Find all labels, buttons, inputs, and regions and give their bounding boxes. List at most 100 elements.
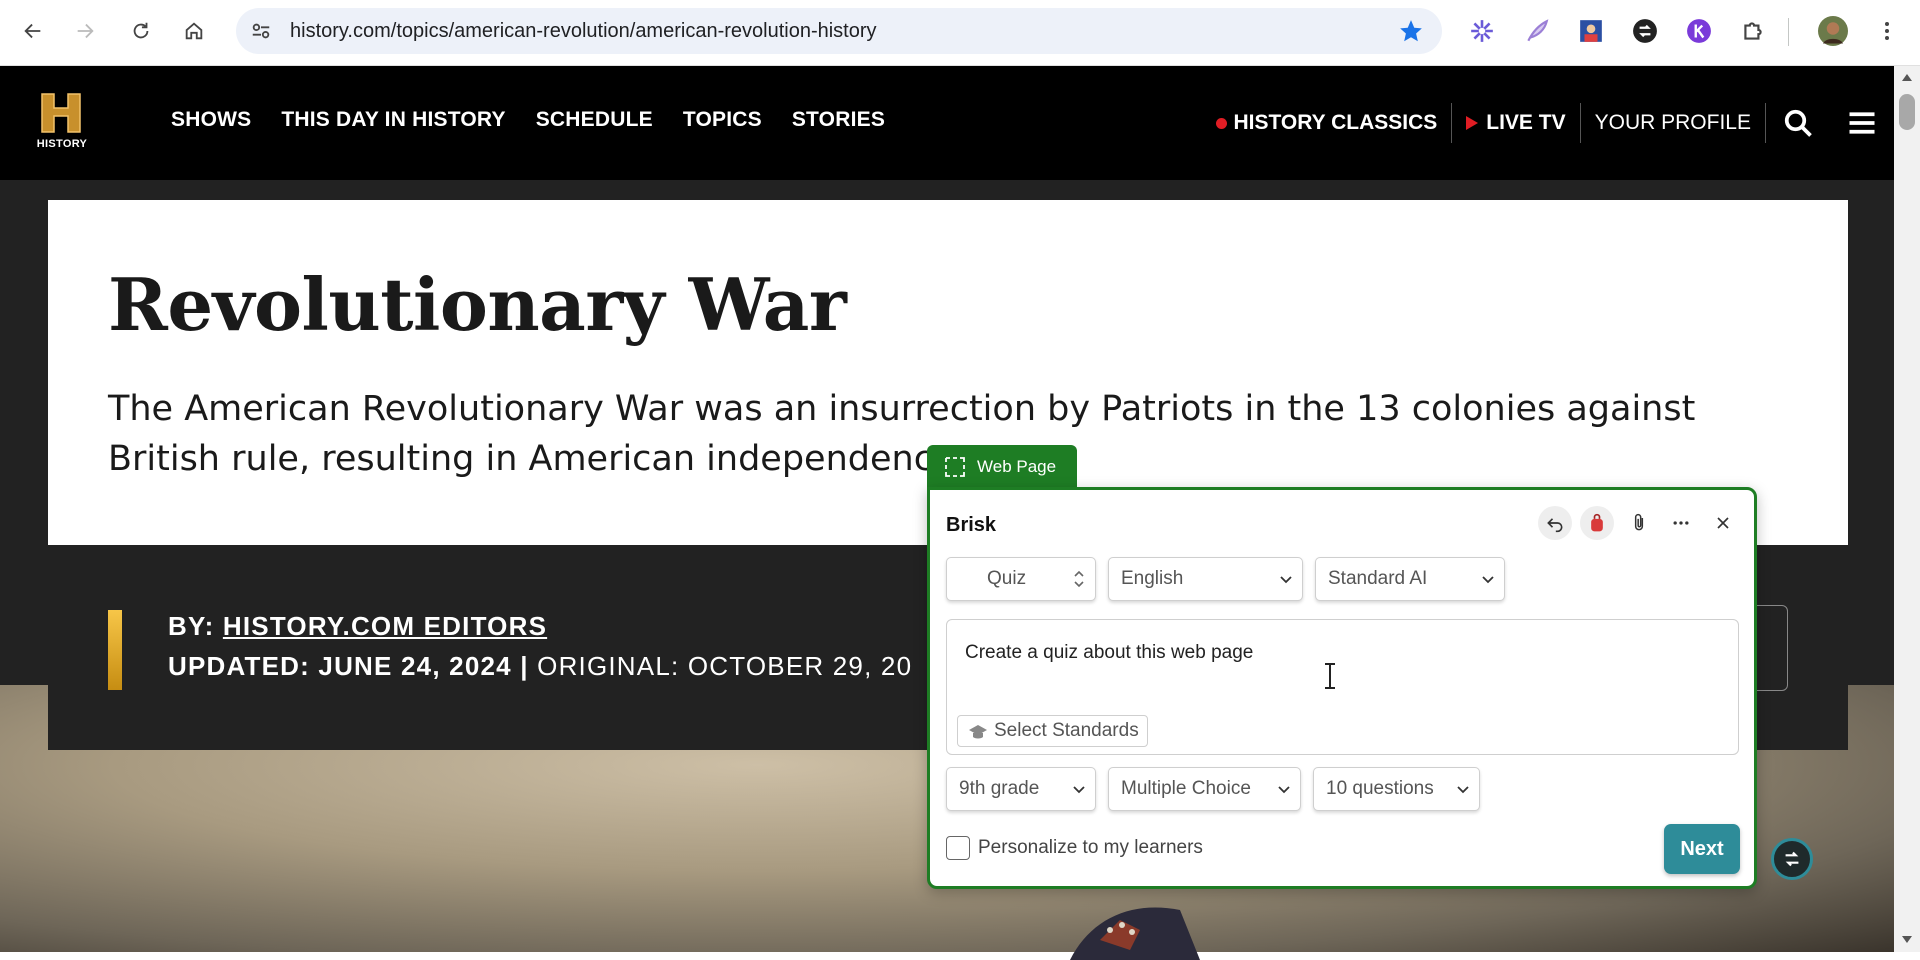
nav-topics[interactable]: TOPICS (683, 108, 762, 132)
by-label: BY: (168, 611, 223, 641)
extension-feather-icon[interactable] (1520, 14, 1554, 48)
personalize-label[interactable]: Personalize to my learners (978, 837, 1203, 859)
chevron-down-icon (1457, 786, 1469, 794)
text-cursor-icon (1325, 663, 1335, 689)
byline-author: BY: HISTORY.COM EDITORS (168, 611, 547, 642)
toolbar-divider (1788, 18, 1789, 46)
search-icon[interactable] (1776, 101, 1820, 145)
nav-this-day-in-history[interactable]: THIS DAY IN HISTORY (281, 108, 505, 132)
chevron-down-icon (1073, 786, 1085, 794)
prompt-text: Create a quiz about this web page (965, 642, 1254, 663)
paperclip-icon (1634, 513, 1644, 531)
author-link[interactable]: HISTORY.COM EDITORS (223, 611, 547, 641)
scroll-down-arrow-icon[interactable] (1902, 936, 1912, 943)
live-tv-label: LIVE TV (1486, 111, 1566, 134)
nav-divider (1765, 103, 1766, 143)
home-button[interactable] (175, 12, 213, 50)
select-standards-button[interactable]: Select Standards (957, 715, 1148, 747)
site-settings-icon[interactable] (248, 18, 274, 44)
personalize-checkbox[interactable] (946, 836, 970, 860)
language-select[interactable]: English (1108, 557, 1303, 601)
bookmark-star-icon[interactable] (1398, 18, 1424, 44)
home-icon (185, 22, 203, 40)
question-count-select[interactable]: 10 questions (1313, 767, 1480, 811)
brisk-title: Brisk (946, 514, 997, 536)
brisk-panel: Brisk Quiz English Standard AI Create a … (927, 487, 1757, 889)
close-button[interactable] (1706, 506, 1740, 540)
undo-icon (1547, 518, 1563, 533)
select-area-icon (945, 457, 965, 477)
original-date: ORIGINAL: OCTOBER 29, 20 (537, 651, 913, 681)
more-options-button[interactable] (1664, 506, 1698, 540)
backpack-button[interactable] (1580, 506, 1614, 540)
back-button[interactable] (14, 12, 52, 50)
byline-dates: UPDATED: JUNE 24, 2024 | ORIGINAL: OCTOB… (168, 651, 912, 682)
extensions-puzzle-icon[interactable] (1736, 14, 1770, 48)
history-h-logo-icon (41, 93, 81, 133)
nav-shows[interactable]: SHOWS (171, 108, 251, 132)
next-button[interactable]: Next (1664, 824, 1740, 874)
updown-chevron-icon (1074, 570, 1084, 588)
close-icon (1717, 517, 1729, 529)
page-scrollbar[interactable] (1894, 66, 1920, 952)
right-nav: HISTORY CLASSICS LIVE TV YOUR PROFILE (1202, 98, 1894, 148)
graduation-cap-icon (969, 725, 987, 739)
more-horizontal-icon (1673, 521, 1689, 525)
grade-select[interactable]: 9th grade (946, 767, 1096, 811)
web-page-tab[interactable]: Web Page (927, 445, 1077, 489)
url-text: history.com/topics/american-revolution/a… (290, 20, 877, 42)
question-count-value: 10 questions (1326, 778, 1434, 799)
select-standards-label: Select Standards (994, 720, 1139, 741)
logo-text: HISTORY (36, 138, 88, 150)
hero-flag-image (1070, 907, 1200, 960)
arrow-right-icon (77, 23, 94, 39)
byline-accent-bar (108, 610, 122, 690)
history-classics-label: HISTORY CLASSICS (1233, 111, 1438, 134)
chevron-down-icon (1280, 576, 1292, 584)
brisk-logo-icon (1785, 851, 1799, 867)
attach-button[interactable] (1622, 506, 1656, 540)
backpack-icon (1591, 513, 1603, 532)
page-title: Revolutionary War (108, 262, 847, 347)
extension-sparkle-icon[interactable] (1465, 14, 1499, 48)
nav-stories[interactable]: STORIES (792, 108, 885, 132)
play-icon (1466, 116, 1479, 130)
address-bar[interactable]: history.com/topics/american-revolution/a… (236, 8, 1442, 54)
site-header: HISTORY SHOWS THIS DAY IN HISTORY SCHEDU… (0, 66, 1894, 180)
arrow-left-icon (24, 23, 41, 39)
history-logo[interactable]: HISTORY (32, 90, 92, 154)
hamburger-menu-icon[interactable] (1840, 101, 1884, 145)
extension-profile-card-icon[interactable] (1574, 14, 1608, 48)
scroll-thumb[interactable] (1899, 94, 1915, 130)
date-separator: | (511, 651, 538, 681)
main-nav: SHOWS THIS DAY IN HISTORY SCHEDULE TOPIC… (171, 108, 885, 132)
your-profile-link[interactable]: YOUR PROFILE (1581, 103, 1765, 143)
reload-button[interactable] (122, 12, 160, 50)
undo-button[interactable] (1538, 506, 1572, 540)
brisk-toolbar (1538, 506, 1740, 540)
nav-schedule[interactable]: SCHEDULE (536, 108, 653, 132)
red-dot-icon (1216, 117, 1228, 129)
history-classics-link[interactable]: HISTORY CLASSICS (1202, 103, 1451, 143)
profile-avatar[interactable] (1816, 14, 1850, 48)
chevron-down-icon (1482, 576, 1494, 584)
personalize-row: Personalize to my learners (946, 836, 1203, 860)
forward-button[interactable] (66, 12, 104, 50)
chevron-down-icon (1278, 786, 1290, 794)
scroll-up-arrow-icon[interactable] (1902, 74, 1912, 81)
live-tv-link[interactable]: LIVE TV (1452, 103, 1579, 143)
extension-k-icon[interactable] (1682, 14, 1716, 48)
model-select[interactable]: Standard AI (1315, 557, 1505, 601)
updated-date: UPDATED: JUNE 24, 2024 (168, 651, 512, 681)
type-select-value: Quiz (987, 568, 1027, 589)
extension-brisk-icon[interactable] (1628, 14, 1662, 48)
type-select[interactable]: Quiz (946, 557, 1096, 601)
question-format-select[interactable]: Multiple Choice (1108, 767, 1301, 811)
web-page-tab-label: Web Page (977, 457, 1057, 476)
browser-menu-icon[interactable] (1870, 14, 1904, 48)
brisk-floating-button[interactable] (1771, 838, 1813, 880)
question-format-value: Multiple Choice (1121, 778, 1251, 799)
prompt-textarea[interactable]: Create a quiz about this web page Select… (946, 619, 1739, 755)
browser-toolbar: history.com/topics/american-revolution/a… (0, 0, 1920, 66)
language-select-value: English (1121, 568, 1184, 589)
